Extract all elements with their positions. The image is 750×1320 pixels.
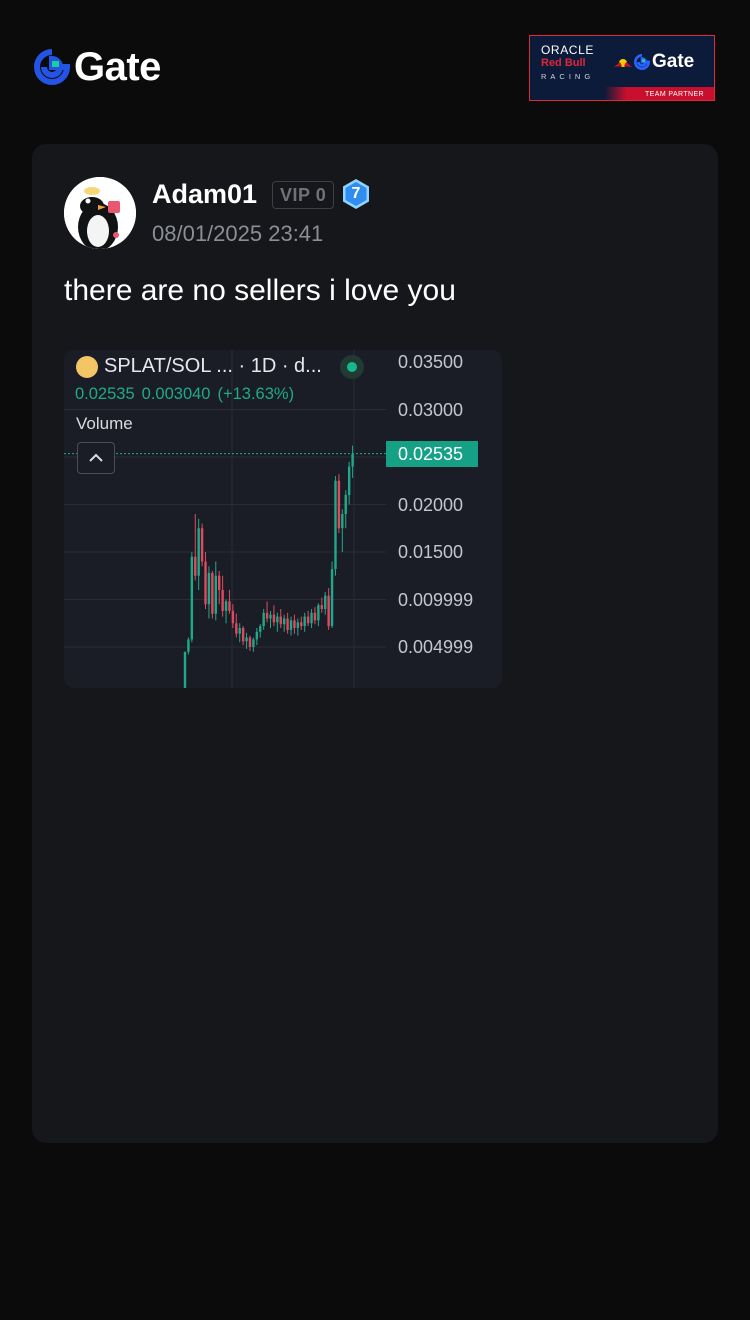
candle — [187, 637, 190, 655]
candle — [214, 561, 217, 621]
candle — [327, 588, 330, 630]
candle — [259, 624, 262, 638]
candle — [317, 603, 320, 627]
level-badge: 7 — [341, 178, 371, 210]
candle — [248, 635, 252, 651]
candle — [265, 601, 269, 623]
team-partner-banner[interactable]: ORACLE Red Bull RACING Gate TEAM PARTNER — [529, 35, 715, 101]
collapse-button[interactable] — [77, 442, 115, 474]
volume-label: Volume — [76, 414, 133, 433]
avatar[interactable] — [64, 177, 136, 249]
level-number: 7 — [351, 185, 361, 202]
last-price: 0.02535 — [75, 385, 135, 403]
candle — [194, 514, 197, 581]
price-change: 0.003040 — [141, 385, 211, 403]
candle — [286, 612, 289, 634]
candle — [252, 637, 255, 652]
candle — [313, 607, 317, 625]
y-tick-label: 0.03500 — [398, 352, 464, 372]
candle — [347, 461, 351, 505]
chart-title: SPLAT/SOL ... · 1D · d... — [104, 355, 322, 377]
penguin-avatar — [64, 177, 136, 249]
candle — [351, 445, 354, 478]
chart-stats: 0.02535 0.003040 (+13.63%) — [75, 385, 301, 404]
chevron-up-icon — [89, 453, 103, 462]
candle — [293, 614, 296, 634]
candle — [282, 614, 286, 632]
candle — [241, 626, 245, 646]
candle — [221, 575, 224, 617]
post-card: Adam01 VIP 0 7 08/01/2025 23:41 there ar… — [32, 144, 718, 1143]
candle — [276, 612, 279, 632]
candle — [255, 628, 259, 646]
candle — [183, 651, 187, 688]
y-tick-label: 0.02000 — [398, 495, 464, 515]
candle — [303, 612, 306, 632]
candle — [262, 609, 265, 630]
y-tick-label: 0.03000 — [398, 400, 464, 420]
live-indicator-icon — [340, 355, 364, 379]
team-partner-label: TEAM PARTNER — [645, 91, 704, 98]
candle — [324, 591, 327, 615]
post-text: there are no sellers i love you — [64, 274, 456, 307]
y-tick-label: 0.009999 — [398, 590, 474, 610]
vip-badge: VIP 0 — [272, 181, 335, 209]
post-timestamp: 08/01/2025 23:41 — [152, 221, 324, 246]
oracle-wordmark: ORACLE — [541, 43, 594, 57]
y-tick-label: 0.004999 — [398, 637, 474, 657]
candle — [306, 610, 310, 627]
candle — [235, 613, 238, 638]
gate-logo-icon — [34, 49, 70, 85]
candle — [279, 609, 282, 628]
candle — [334, 476, 337, 576]
current-price-tag: 0.02535 — [386, 441, 478, 467]
candle — [269, 610, 272, 628]
coin-icon — [76, 356, 98, 378]
candle — [207, 566, 211, 619]
candle — [310, 609, 313, 628]
candle — [197, 518, 200, 590]
brand-name: Gate — [74, 45, 161, 89]
candle — [190, 552, 194, 643]
candle — [224, 599, 228, 624]
candle — [204, 552, 207, 609]
candle — [200, 523, 204, 567]
candle — [344, 490, 347, 529]
chart-image[interactable]: SPLAT/SOL ... · 1D · d... 0.02535 0.00304… — [64, 350, 502, 688]
candle — [272, 605, 276, 627]
candle — [330, 561, 334, 628]
red-bull-wordmark: Red Bull — [541, 57, 586, 69]
candle — [289, 616, 293, 636]
candle — [341, 509, 344, 552]
candle — [296, 618, 300, 636]
partner-gate-name: Gate — [652, 51, 695, 72]
price-change-pct: (+13.63%) — [217, 385, 295, 403]
racing-wordmark: RACING — [541, 72, 595, 81]
brand-logo[interactable]: Gate — [34, 47, 161, 87]
candle — [300, 616, 303, 630]
gate-logo-icon — [634, 53, 650, 70]
red-bull-logo-icon — [614, 59, 632, 67]
candle — [211, 571, 214, 619]
partner-gate-logo: Gate — [634, 52, 694, 71]
candle — [228, 590, 231, 614]
candle — [238, 623, 241, 643]
candle — [245, 632, 248, 649]
y-tick-label: 0.01500 — [398, 542, 464, 562]
username[interactable]: Adam01 — [152, 179, 257, 210]
candle — [337, 474, 341, 533]
